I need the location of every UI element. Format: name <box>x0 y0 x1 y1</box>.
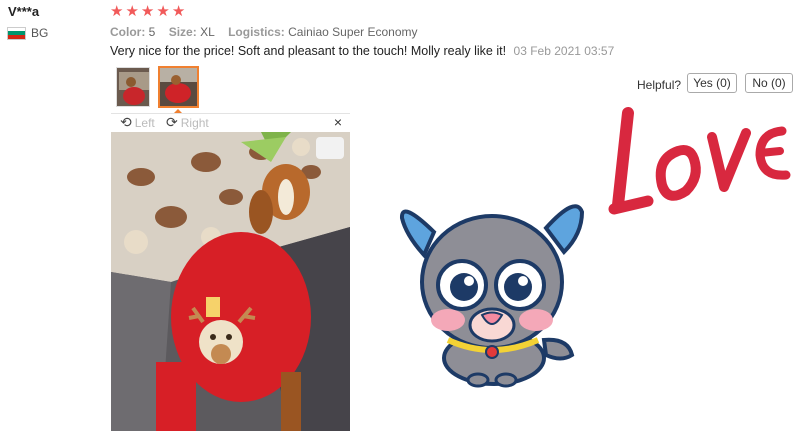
star-icon: ★ <box>125 2 139 20</box>
review-photo-thumbnail[interactable] <box>116 67 150 107</box>
reviewer-name: V***a <box>8 4 40 19</box>
color-value: 5 <box>148 25 156 39</box>
close-icon[interactable]: × <box>334 114 342 130</box>
bulgaria-flag-icon <box>7 26 26 40</box>
rotate-left-icon: ⟲ <box>120 115 132 131</box>
size-label: Size: <box>168 25 197 39</box>
review-date: 03 Feb 2021 03:57 <box>513 44 615 58</box>
review-body: Very nice for the price! Soft and pleasa… <box>110 44 614 58</box>
dog-sticker <box>396 190 586 390</box>
helpful-no-button[interactable]: No (0) <box>745 73 793 93</box>
review-photo-large <box>111 132 350 431</box>
order-attributes: Color: 5 Size: XL Logistics: Cainiao Sup… <box>110 25 428 39</box>
star-icon: ★ <box>110 2 124 20</box>
star-icon: ★ <box>156 2 170 20</box>
logistics-value: Cainiao Super Economy <box>288 25 418 39</box>
rotate-left-button[interactable]: ⟲ Left <box>120 115 155 131</box>
photo-viewer-toolbar: ⟲ Left ⟳ Right × <box>111 113 350 132</box>
size-value: XL <box>200 25 215 39</box>
helpful-yes-button[interactable]: Yes (0) <box>687 73 737 93</box>
love-sticker <box>600 105 795 225</box>
color-label: Color: <box>110 25 146 39</box>
star-rating: ★ ★ ★ ★ ★ <box>110 2 185 20</box>
country-code: BG <box>31 26 49 40</box>
star-icon: ★ <box>171 2 186 20</box>
rotate-right-icon: ⟳ <box>166 115 178 131</box>
reviewer-country: BG <box>7 26 48 40</box>
rotate-right-button[interactable]: ⟳ Right <box>166 115 209 131</box>
star-icon: ★ <box>140 2 155 20</box>
logistics-label: Logistics: <box>228 25 285 39</box>
helpful-label: Helpful? <box>637 78 682 92</box>
review-text: Very nice for the price! Soft and pleasa… <box>110 44 507 58</box>
review-photo-thumbnail-selected[interactable] <box>158 66 199 108</box>
